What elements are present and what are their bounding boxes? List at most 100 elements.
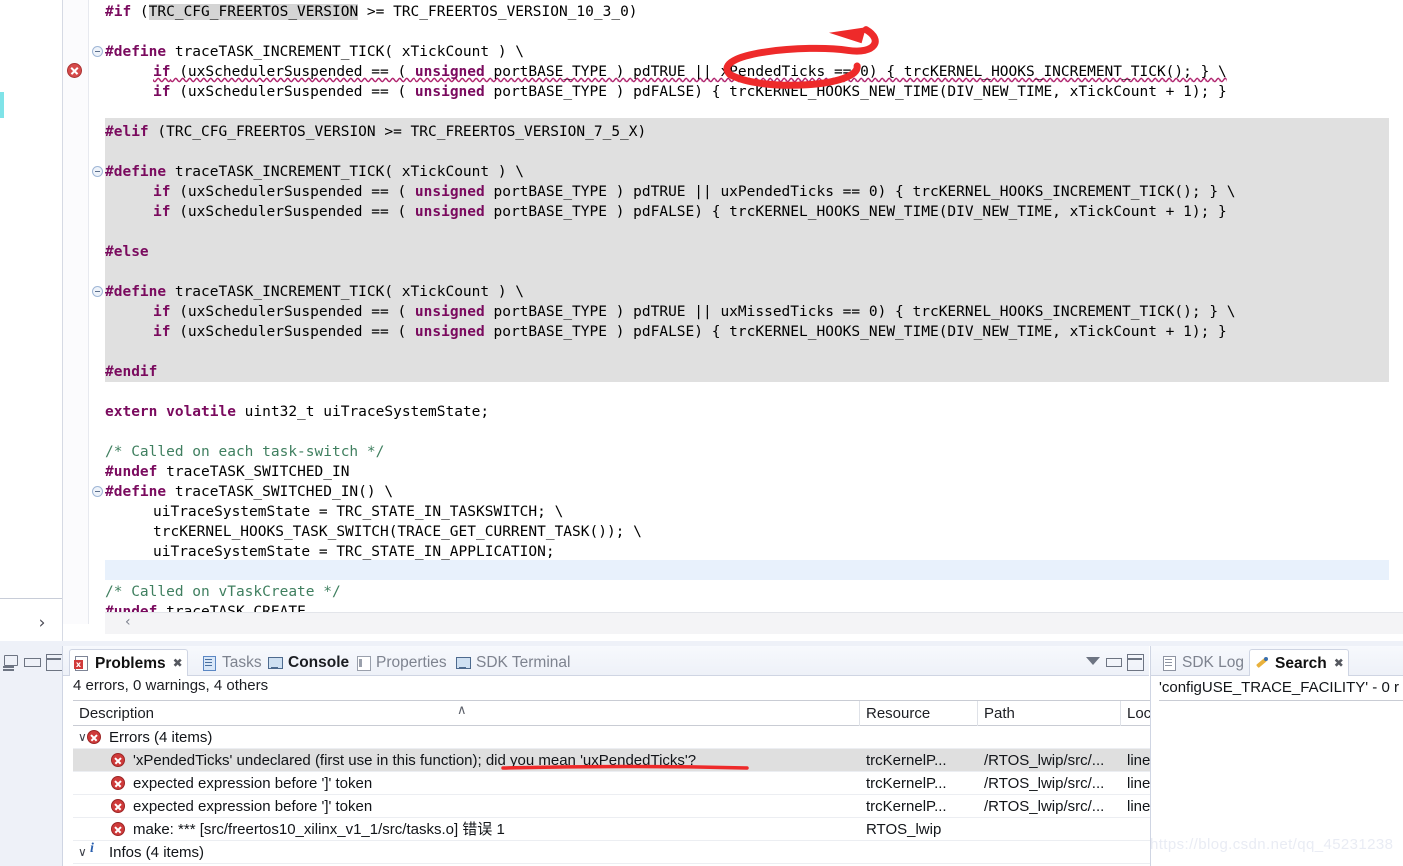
fold-collapse-icon[interactable] — [92, 46, 103, 57]
editor-folding-bar[interactable] — [89, 0, 105, 624]
code-line[interactable]: #else — [105, 242, 149, 262]
code-token: traceTASK_SWITCHED_IN() \ — [166, 484, 394, 500]
code-line[interactable]: #elif (TRC_CFG_FREERTOS_VERSION >= TRC_F… — [105, 122, 646, 142]
code-line[interactable]: #define traceTASK_INCREMENT_TICK( xTickC… — [105, 162, 524, 182]
code-line[interactable]: if (uxSchedulerSuspended == ( unsigned p… — [153, 62, 1227, 82]
bottom-left-rail — [0, 646, 63, 866]
editor-area: › #if (TRC_CFG_FREERTOS_VERSION >= TRC_F… — [0, 0, 1403, 641]
column-header-path[interactable]: Path — [978, 701, 1121, 726]
fold-collapse-icon[interactable] — [92, 286, 103, 297]
close-icon[interactable]: ✖ — [173, 650, 183, 677]
cell-description: 'xPendedTicks' undeclared (first use in … — [133, 752, 697, 769]
code-line[interactable]: #undef traceTASK_SWITCHED_IN — [105, 462, 349, 482]
code-token: /* Called on each task-switch */ — [105, 444, 385, 460]
code-text-canvas[interactable]: #if (TRC_CFG_FREERTOS_VERSION >= TRC_FRE… — [105, 0, 1403, 624]
application-window: › #if (TRC_CFG_FREERTOS_VERSION >= TRC_F… — [0, 0, 1403, 866]
restore-view-icon[interactable] — [2, 654, 20, 670]
editor-vertical-scrollbar[interactable] — [1389, 0, 1403, 612]
tab-label: Properties — [376, 654, 447, 671]
column-header-description[interactable]: Description — [73, 701, 860, 726]
tab-tasks[interactable]: Tasks — [197, 649, 266, 676]
code-token: if — [153, 204, 171, 220]
code-token: portBASE_TYPE ) pdTRUE || uxMissedTicks … — [484, 304, 1236, 320]
code-token: trcKERNEL_HOOKS_TASK_SWITCH(TRACE_GET_CU… — [153, 524, 642, 540]
tab-problems[interactable]: Problems ✖ — [69, 649, 188, 676]
cell-path — [978, 818, 1113, 841]
code-token: if — [153, 184, 171, 200]
search-result-label: 'configUSE_TRACE_FACILITY' - 0 r — [1159, 679, 1399, 696]
code-line[interactable]: #define traceTASK_INCREMENT_TICK( xTickC… — [105, 42, 524, 62]
code-line[interactable]: /* Called on each task-switch */ — [105, 442, 384, 462]
code-line[interactable]: #if (TRC_CFG_FREERTOS_VERSION >= TRC_FRE… — [105, 2, 638, 22]
code-token: (uxSchedulerSuspended == ( — [170, 64, 415, 80]
source-editor[interactable]: #if (TRC_CFG_FREERTOS_VERSION >= TRC_FRE… — [62, 0, 1403, 641]
code-line[interactable]: #define traceTASK_INCREMENT_TICK( xTickC… — [105, 282, 524, 302]
tab-console[interactable]: Console — [263, 649, 353, 676]
search-tab-strip: SDK Log Search ✖ — [1151, 646, 1403, 676]
problems-marker-row[interactable]: 'xPendedTicks' undeclared (first use in … — [73, 749, 1163, 772]
problems-icon — [74, 655, 90, 671]
problems-column-header[interactable]: ∧ Description Resource Path Locat — [73, 700, 1191, 726]
console-icon — [267, 655, 283, 671]
rail-accent-marker — [0, 92, 4, 118]
code-token: (uxSchedulerSuspended == ( — [170, 304, 415, 320]
tab-search[interactable]: Search ✖ — [1249, 649, 1349, 676]
search-icon — [1254, 655, 1270, 671]
close-icon[interactable]: ✖ — [1334, 650, 1344, 677]
code-token: #define — [105, 484, 167, 500]
code-line[interactable]: extern volatile uint32_t uiTraceSystemSt… — [105, 402, 489, 422]
maximize-icon[interactable] — [1127, 654, 1144, 671]
cell-path — [978, 841, 1113, 864]
problems-table[interactable]: ∧ Description Resource Path Locat ∨ Errors (… — [73, 700, 1191, 866]
code-token: (uxSchedulerSuspended == ( — [170, 324, 415, 340]
code-token: unsigned — [414, 84, 485, 100]
fold-collapse-icon[interactable] — [92, 486, 103, 497]
code-line[interactable]: /* Called on vTaskCreate */ — [105, 582, 341, 602]
code-line[interactable]: if (uxSchedulerSuspended == ( unsigned p… — [153, 322, 1227, 342]
cell-resource: RTOS_lwip — [866, 821, 942, 838]
code-line[interactable]: uiTraceSystemState = TRC_STATE_IN_TASKSW… — [153, 502, 563, 522]
code-token: uint32_t uiTraceSystemState; — [235, 404, 490, 420]
code-line[interactable]: #define traceTASK_SWITCHED_IN() \ — [105, 482, 393, 502]
problems-group-row[interactable]: ∨ Errors (4 items) — [73, 726, 1150, 749]
code-token: traceTASK_SWITCHED_IN — [157, 464, 350, 480]
tab-sdk-terminal[interactable]: SDK Terminal — [451, 649, 574, 676]
editor-marker-bar[interactable] — [63, 0, 89, 624]
minimize-icon[interactable] — [1106, 658, 1122, 674]
code-token: (TRC_CFG_FREERTOS_VERSION >= TRC_FREERTO… — [148, 124, 647, 140]
tab-sdk-log[interactable]: SDK Log — [1157, 649, 1248, 676]
code-token: traceTASK_INCREMENT_TICK( xTickCount ) \ — [166, 44, 525, 60]
problems-marker-row[interactable]: make: *** [src/freertos10_xilinx_v1_1/sr… — [73, 818, 1150, 841]
cell-resource: trcKernelP... — [866, 775, 947, 792]
restore-left-panel-icon[interactable]: › — [30, 612, 54, 634]
column-header-resource[interactable]: Resource — [860, 701, 978, 726]
cell-description: expected expression before ']' token — [133, 798, 373, 815]
code-line[interactable]: if (uxSchedulerSuspended == ( unsigned p… — [153, 182, 1236, 202]
code-token: #else — [105, 244, 149, 260]
tab-label: Tasks — [222, 654, 262, 671]
code-line[interactable]: if (uxSchedulerSuspended == ( unsigned p… — [153, 82, 1227, 102]
code-token: extern volatile — [105, 404, 236, 420]
code-line[interactable]: if (uxSchedulerSuspended == ( unsigned p… — [153, 202, 1227, 222]
code-line[interactable]: trcKERNEL_HOOKS_TASK_SWITCH(TRACE_GET_CU… — [153, 522, 642, 542]
problems-group-row[interactable]: ∨ i Infos (4 items) — [73, 841, 1150, 864]
fold-collapse-icon[interactable] — [92, 166, 103, 177]
minimize-view-icon[interactable] — [24, 658, 42, 674]
problems-row-host[interactable]: ∨ Errors (4 items) 'xPendedTicks' undeclar… — [73, 726, 1163, 864]
scroll-left-icon[interactable]: ‹ — [125, 614, 131, 630]
code-line[interactable]: #endif — [105, 362, 157, 382]
cell-resource — [860, 726, 970, 749]
editor-horizontal-scrollbar[interactable] — [105, 612, 1403, 634]
problems-marker-row[interactable]: expected expression before ']' token trcK… — [73, 795, 1163, 818]
cell-description: expected expression before ']' token — [133, 775, 373, 792]
code-line[interactable]: uiTraceSystemState = TRC_STATE_IN_APPLIC… — [153, 542, 555, 562]
editor-error-marker-icon[interactable] — [67, 63, 82, 78]
code-token: #define — [105, 164, 167, 180]
problems-marker-row[interactable]: expected expression before ']' token trcK… — [73, 772, 1163, 795]
tab-properties[interactable]: Properties — [351, 649, 451, 676]
code-line[interactable]: if (uxSchedulerSuspended == ( unsigned p… — [153, 302, 1236, 322]
cell-resource — [860, 841, 970, 864]
code-token: #define — [105, 44, 167, 60]
code-token: if — [153, 84, 171, 100]
filter-icon[interactable] — [1085, 654, 1101, 670]
